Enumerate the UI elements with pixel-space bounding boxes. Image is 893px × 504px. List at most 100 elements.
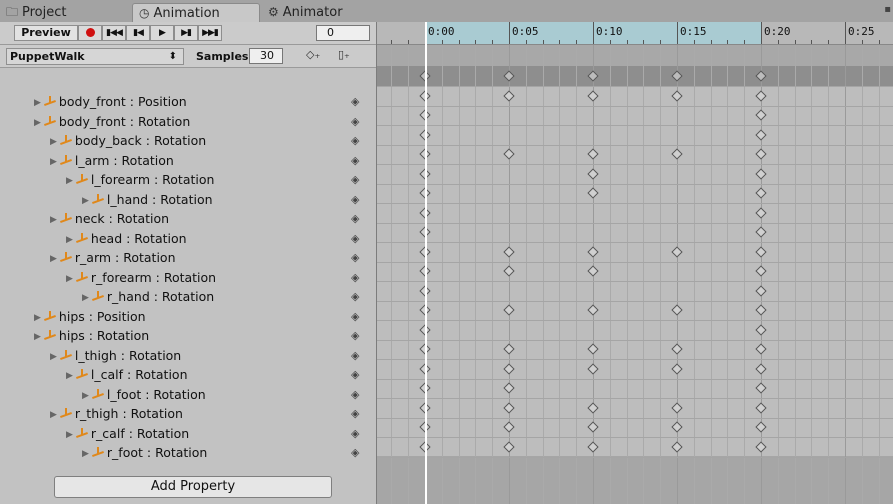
lock-icon[interactable]: ▪ <box>884 4 891 15</box>
property-row[interactable]: ▶ l_arm : Rotation ◈ <box>0 151 376 171</box>
tab-animator[interactable]: ⚙ Animator <box>262 3 372 22</box>
keyframe-toggle-icon[interactable]: ◈ <box>351 170 359 190</box>
property-row[interactable]: ▶ r_hand : Rotation ◈ <box>0 287 376 307</box>
ruler-label: 0:20 <box>764 25 791 38</box>
keyframe-toggle-icon[interactable]: ◈ <box>351 346 359 366</box>
play-button[interactable]: ▶ <box>150 25 174 41</box>
grid-line <box>576 45 578 504</box>
property-row[interactable]: ▶ body_front : Rotation ◈ <box>0 112 376 132</box>
samples-field[interactable]: 30 <box>249 48 283 64</box>
property-row[interactable]: ▶ l_calf : Rotation ◈ <box>0 365 376 385</box>
transform-icon <box>92 388 105 401</box>
property-label: r_thigh : Rotation <box>74 406 183 421</box>
keyframe-toggle-icon[interactable]: ◈ <box>351 229 359 249</box>
last-keyframe-button[interactable]: ▶▶▮ <box>198 25 222 41</box>
keyframe-toggle-icon[interactable]: ◈ <box>351 112 359 132</box>
row-divider <box>377 300 893 302</box>
grid-line <box>727 45 729 504</box>
time-ruler[interactable]: 0:00 0:05 0:10 0:15 0:20 0:25 <box>377 22 893 45</box>
property-row[interactable]: ▶ head : Rotation ◈ <box>0 229 376 249</box>
row-divider <box>377 261 893 263</box>
clock-icon: ◷ <box>139 6 150 20</box>
first-keyframe-button[interactable]: ▮◀◀ <box>102 25 126 41</box>
property-row[interactable]: ▶ l_hand : Rotation ◈ <box>0 190 376 210</box>
grid-line <box>525 45 527 504</box>
keyframe-toggle-icon[interactable]: ◈ <box>351 209 359 229</box>
keyframe-toggle-icon[interactable]: ◈ <box>351 131 359 151</box>
property-label: l_calf : Rotation <box>90 367 188 382</box>
tab-animation[interactable]: ◷ Animation <box>132 3 260 22</box>
keyframe-toggle-icon[interactable]: ◈ <box>351 92 359 112</box>
step-forward-icon: ▶▮ <box>181 28 192 38</box>
tab-project[interactable]: 🗀 Project <box>0 3 120 22</box>
property-row-content: ▶ l_arm : Rotation <box>50 151 174 173</box>
add-property-button[interactable]: Add Property <box>54 476 332 498</box>
property-row[interactable]: ▶ l_thigh : Rotation ◈ <box>0 346 376 366</box>
row-divider <box>377 222 893 224</box>
property-row[interactable]: ▶ hips : Rotation ◈ <box>0 326 376 346</box>
grid-line <box>777 45 779 504</box>
property-row[interactable]: ▶ r_thigh : Rotation ◈ <box>0 404 376 424</box>
property-row[interactable]: ▶ neck : Rotation ◈ <box>0 209 376 229</box>
keyframe-toggle-icon[interactable]: ◈ <box>351 365 359 385</box>
property-row[interactable]: ▶ body_back : Rotation ◈ <box>0 131 376 151</box>
ruler-tick <box>811 40 813 44</box>
preview-button[interactable]: Preview <box>14 25 78 41</box>
samples-label: Samples <box>196 50 249 63</box>
expand-arrow-icon[interactable]: ▶ <box>82 445 89 465</box>
ruler-tick <box>559 40 561 44</box>
clip-dropdown[interactable]: PuppetWalk ⬍ <box>6 48 184 65</box>
property-label: r_arm : Rotation <box>74 250 176 265</box>
property-row[interactable]: ▶ l_foot : Rotation ◈ <box>0 385 376 405</box>
ruler-tick <box>845 22 846 44</box>
property-label: l_forearm : Rotation <box>90 172 215 187</box>
property-row[interactable]: ▶ body_front : Position ◈ <box>0 92 376 112</box>
keyframe-toggle-icon[interactable]: ◈ <box>351 326 359 346</box>
folder-icon: 🗀 <box>6 5 19 19</box>
dopesheet[interactable]: 0:00 0:05 0:10 0:15 0:20 0:25 <box>377 22 893 504</box>
playhead[interactable] <box>425 22 427 504</box>
frame-field[interactable]: 0 <box>316 25 370 41</box>
ruler-tick <box>441 40 443 44</box>
row-divider <box>377 417 893 419</box>
ruler-tick <box>861 40 863 44</box>
previous-keyframe-button[interactable]: ▮◀ <box>126 25 150 41</box>
clip-toolbar: PuppetWalk ⬍ Samples 30 ◇₊ ▯₊ <box>0 45 376 68</box>
keyframe-toggle-icon[interactable]: ◈ <box>351 385 359 405</box>
property-label: l_arm : Rotation <box>74 152 174 168</box>
grid-line <box>845 45 846 504</box>
property-row[interactable]: ▶ r_foot : Rotation ◈ <box>0 443 376 463</box>
property-row[interactable]: ▶ r_forearm : Rotation ◈ <box>0 268 376 288</box>
property-label: body_front : Rotation <box>58 113 191 129</box>
ruler-tick <box>643 40 645 44</box>
grid-line <box>660 45 662 504</box>
keyframe-toggle-icon[interactable]: ◈ <box>351 248 359 268</box>
row-divider <box>377 242 893 243</box>
row-divider <box>377 203 893 204</box>
property-row[interactable]: ▶ r_calf : Rotation ◈ <box>0 424 376 444</box>
ruler-label: 0:25 <box>848 25 875 38</box>
keyframe-toggle-icon[interactable]: ◈ <box>351 151 359 171</box>
transform-icon <box>76 232 89 245</box>
play-icon: ▶ <box>159 28 166 38</box>
transform-icon <box>76 271 89 284</box>
step-back-icon: ▮◀ <box>133 28 144 38</box>
keyframe-toggle-icon[interactable]: ◈ <box>351 190 359 210</box>
skip-start-icon: ▮◀◀ <box>106 28 123 38</box>
add-keyframe-button[interactable]: ◇₊ <box>306 48 328 64</box>
keyframe-toggle-icon[interactable]: ◈ <box>351 307 359 327</box>
grid-line <box>710 45 712 504</box>
keyframe-toggle-icon[interactable]: ◈ <box>351 404 359 424</box>
keyframe-toggle-icon[interactable]: ◈ <box>351 424 359 444</box>
keyframe-toggle-icon[interactable]: ◈ <box>351 443 359 463</box>
grid-line <box>441 45 443 504</box>
keyframe-toggle-icon[interactable]: ◈ <box>351 268 359 288</box>
property-row[interactable]: ▶ l_forearm : Rotation ◈ <box>0 170 376 190</box>
record-button[interactable] <box>78 25 102 41</box>
transform-icon <box>76 368 89 381</box>
property-row[interactable]: ▶ r_arm : Rotation ◈ <box>0 248 376 268</box>
keyframe-toggle-icon[interactable]: ◈ <box>351 287 359 307</box>
add-event-button[interactable]: ▯₊ <box>338 48 364 64</box>
next-keyframe-button[interactable]: ▶▮ <box>174 25 198 41</box>
property-row[interactable]: ▶ hips : Position ◈ <box>0 307 376 327</box>
